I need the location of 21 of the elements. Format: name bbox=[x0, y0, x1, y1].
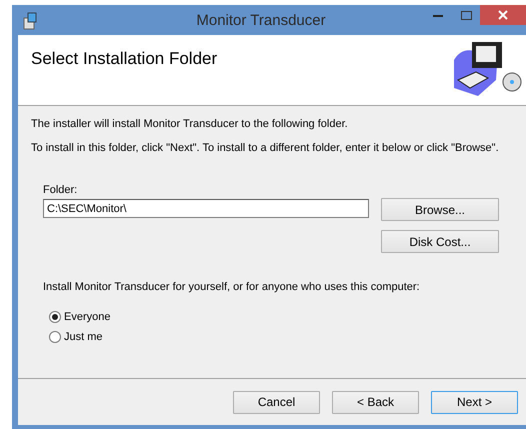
radio-button[interactable] bbox=[49, 311, 61, 323]
folder-label: Folder: bbox=[43, 184, 78, 196]
back-button[interactable]: < Back bbox=[332, 390, 419, 414]
instruction-text: The installer will install Monitor Transducer to the following folder. bbox=[31, 118, 348, 130]
disk-cost-button[interactable]: Disk Cost... bbox=[381, 230, 499, 253]
maximize-icon bbox=[460, 10, 472, 20]
radio-button[interactable] bbox=[49, 331, 61, 343]
close-icon bbox=[498, 10, 508, 20]
minimize-icon bbox=[433, 14, 443, 16]
install-scope-prompt: Install Monitor Transducer for yourself, or for anyone who uses this computer: bbox=[43, 281, 420, 293]
radio-option[interactable]: Everyone bbox=[49, 311, 110, 323]
page-title: Select Installation Folder bbox=[31, 49, 218, 69]
browse-button[interactable]: Browse... bbox=[381, 198, 499, 221]
next-button[interactable]: Next > bbox=[431, 390, 518, 414]
radio-option[interactable]: Just me bbox=[49, 331, 103, 343]
instruction-text: To install in this folder, click "Next". To install to a different folder, enter it below or click "Browse". bbox=[31, 142, 499, 154]
installer-icon bbox=[22, 12, 38, 30]
close-button[interactable] bbox=[480, 5, 526, 25]
folder-field[interactable]: C:\SEC\Monitor\ bbox=[43, 199, 369, 218]
window-title: Monitor Transducer bbox=[195, 12, 327, 28]
cancel-button[interactable]: Cancel bbox=[233, 390, 320, 414]
